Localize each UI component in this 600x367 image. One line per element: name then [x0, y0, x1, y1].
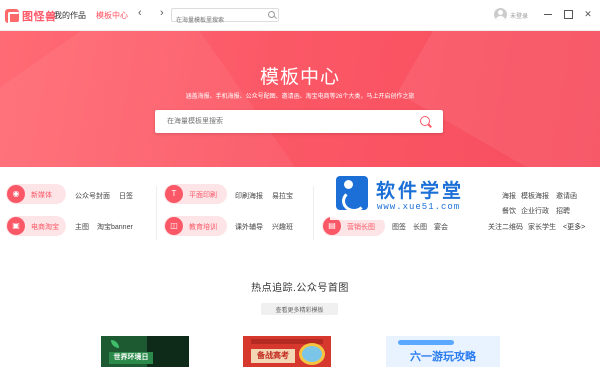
search-icon[interactable]: [268, 11, 275, 18]
link-wechat-cover[interactable]: 公众号封面: [75, 191, 110, 201]
thumbnail-caption: 世界环境日: [109, 352, 153, 364]
app-logo[interactable]: 图怪兽: [5, 8, 57, 24]
link-poster[interactable]: 海报: [502, 191, 516, 201]
back-arrow-icon[interactable]: ‹: [138, 7, 142, 19]
watermark-title: 软件学堂: [376, 181, 465, 202]
education-icon: ◫: [165, 217, 183, 235]
hero-title: 模板中心: [259, 67, 340, 88]
close-button[interactable]: ✕: [583, 9, 593, 19]
category-label: 平面印刷: [189, 192, 217, 199]
print-icon: T: [165, 185, 183, 203]
leaf-icon: [111, 340, 119, 348]
thumbnail-caption: 六一游玩攻略: [410, 351, 476, 363]
logo-text: 图怪兽: [22, 10, 57, 23]
divider: [156, 186, 157, 240]
hero-subtitle: 涵盖海报、手机海报、公众号配图、邀请函、淘宝电商等26个大类，马上开启创作之旅: [185, 94, 415, 100]
link-qr-code[interactable]: 关注二维码: [488, 222, 523, 232]
category-new-media[interactable]: ◉ 新媒体: [6, 184, 66, 204]
link-enterprise-admin[interactable]: 企业行政: [521, 206, 549, 216]
forward-arrow-icon[interactable]: ›: [160, 7, 164, 19]
link-taobao-banner[interactable]: 淘宝banner: [97, 222, 133, 232]
link-rollup-banner[interactable]: 易拉宝: [272, 191, 293, 201]
hero-search-box[interactable]: [155, 110, 443, 133]
template-thumbnail[interactable]: 六一游玩攻略: [386, 336, 500, 367]
category-label: 教育培训: [189, 224, 217, 231]
link-interest-class[interactable]: 兴趣班: [272, 222, 293, 232]
title-bar: 图怪兽 我的作品 模板中心 ‹ › 未登录 ✕: [0, 0, 600, 31]
search-icon[interactable]: [420, 116, 430, 126]
category-education[interactable]: ◫ 教育培训: [164, 216, 227, 236]
template-thumbnail[interactable]: 世界环境日: [101, 336, 189, 367]
ecommerce-icon: ▣: [7, 217, 25, 235]
login-status[interactable]: 未登录: [510, 11, 528, 20]
divider: [313, 186, 314, 240]
link-print-poster[interactable]: 印刷海报: [235, 191, 263, 201]
logo-icon: [5, 8, 20, 24]
top-search-box[interactable]: [171, 8, 279, 27]
category-label: 电商淘宝: [31, 224, 59, 231]
link-invitation[interactable]: 邀请函: [556, 191, 577, 201]
nav-my-works[interactable]: 我的作品: [54, 10, 86, 21]
hero-search-input[interactable]: [167, 116, 407, 127]
new-media-icon: ◉: [7, 185, 25, 203]
category-ecommerce[interactable]: ▣ 电商淘宝: [6, 216, 66, 236]
link-daily-sign[interactable]: 日签: [119, 191, 133, 201]
avatar[interactable]: [494, 8, 507, 21]
link-recruitment[interactable]: 招聘: [556, 206, 570, 216]
more-link[interactable]: <更多>: [563, 222, 585, 232]
maximize-button[interactable]: [563, 9, 573, 19]
hero-banner: 模板中心 涵盖海报、手机海报、公众号配图、邀请函、淘宝电商等26个大类，马上开启…: [0, 31, 600, 167]
top-search-input[interactable]: [172, 15, 262, 27]
category-label: 营销长图: [347, 224, 375, 231]
link-parents-students[interactable]: 家长学生: [528, 222, 556, 232]
link-banquet[interactable]: 宴会: [434, 222, 448, 232]
watermark-url: www.xue51.com: [377, 202, 461, 212]
view-more-button[interactable]: 查看更多精彩模板: [261, 303, 338, 315]
link-template-poster[interactable]: 模板海报: [521, 191, 549, 201]
category-print[interactable]: T 平面印刷: [164, 184, 227, 204]
watermark: 软件学堂 www.xue51.com: [330, 172, 488, 220]
watermark-logo-icon: [336, 176, 368, 212]
link-long-image[interactable]: 长图: [413, 222, 427, 232]
section-title: 热点追踪.公众号首图: [251, 283, 349, 294]
link-main-image[interactable]: 主图: [75, 222, 89, 232]
template-thumbnail[interactable]: 备战高考: [243, 336, 331, 367]
nav-template-center[interactable]: 模板中心: [96, 10, 128, 21]
category-label: 新媒体: [31, 192, 52, 199]
link-catering[interactable]: 餐饮: [502, 206, 516, 216]
thumbnail-header: [398, 340, 454, 345]
link-tutoring[interactable]: 课外辅导: [235, 222, 263, 232]
thumbnail-photo: [147, 336, 189, 367]
link-image-sign[interactable]: 图签: [392, 222, 406, 232]
minimize-button[interactable]: [543, 9, 553, 19]
thumbnail-caption: 备战高考: [251, 349, 295, 363]
mascot-icon: [299, 343, 325, 365]
